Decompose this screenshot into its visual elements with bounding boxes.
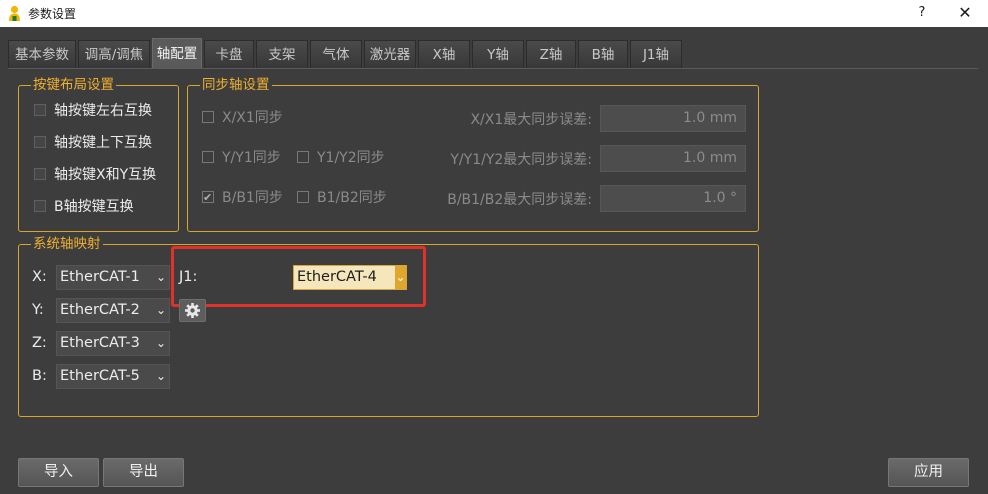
x-axis-select[interactable]: EtherCAT-1 ⌄ (56, 265, 170, 290)
checkbox-box[interactable] (34, 104, 46, 116)
checkbox-box[interactable] (202, 151, 214, 163)
chevron-down-icon: ⌄ (155, 270, 167, 284)
window-title: 参数设置 (28, 7, 77, 21)
checkbox-box[interactable] (202, 188, 214, 208)
x-axis-value: EtherCAT-1 (60, 269, 140, 285)
z-axis-value: EtherCAT-3 (60, 335, 140, 351)
b-axis-value: EtherCAT-5 (60, 368, 140, 384)
tab-laser[interactable]: 激光器 (364, 40, 416, 68)
y-axis-label: Y: (32, 302, 44, 318)
chevron-down-icon: ⌄ (155, 369, 167, 383)
apply-button[interactable]: 应用 (888, 458, 969, 487)
checkbox-label: 轴按键上下互换 (54, 135, 152, 151)
swap-up-down-checkbox[interactable]: 轴按键上下互换 (34, 133, 152, 153)
sync-axis-group: 同步轴设置 X/X1同步 X/X1最大同步误差: 1.0 mm Y/Y1同步 Y… (187, 76, 759, 232)
checkbox-label: B/B1同步 (222, 190, 283, 206)
bb1-sync-checkbox[interactable]: B/B1同步 (202, 188, 283, 208)
chevron-down-icon: ⌄ (155, 303, 167, 317)
tab-z-axis[interactable]: Z轴 (526, 40, 576, 68)
x-axis-label: X: (32, 269, 47, 285)
tab-chuck[interactable]: 卡盘 (204, 40, 254, 68)
tab-b-axis[interactable]: B轴 (578, 40, 628, 68)
app-user-icon (9, 5, 20, 21)
title-bar: 参数设置 ? ✕ (0, 0, 988, 27)
tab-gas[interactable]: 气体 (310, 40, 362, 68)
y-axis-value: EtherCAT-2 (60, 302, 140, 318)
tab-j1-axis[interactable]: J1轴 (630, 40, 682, 68)
checkbox-label: Y/Y1同步 (222, 150, 281, 166)
tab-y-axis[interactable]: Y轴 (472, 40, 524, 68)
j1-highlight-box (171, 246, 426, 307)
checkbox-box[interactable] (297, 191, 309, 203)
checkbox-label: 轴按键X和Y互换 (54, 167, 157, 183)
xx1-error-input[interactable]: 1.0 mm (600, 105, 746, 132)
xx1-sync-checkbox[interactable]: X/X1同步 (202, 108, 283, 128)
key-layout-title: 按键布局设置 (31, 76, 116, 94)
chevron-down-icon: ⌄ (155, 336, 167, 350)
checkbox-box[interactable] (34, 168, 46, 180)
swap-left-right-checkbox[interactable]: 轴按键左右互换 (34, 101, 152, 121)
z-axis-label: Z: (32, 335, 47, 351)
tab-axis-config[interactable]: 轴配置 (152, 38, 202, 69)
checkbox-box[interactable] (34, 136, 46, 148)
yy1y2-error-label: Y/Y1/Y2最大同步误差: (450, 152, 592, 168)
sync-axis-title: 同步轴设置 (200, 76, 272, 94)
tab-support[interactable]: 支架 (256, 40, 308, 68)
axis-mapping-title: 系统轴映射 (31, 235, 103, 253)
close-button[interactable]: ✕ (954, 3, 976, 23)
gear-settings-button[interactable] (179, 299, 206, 322)
export-button[interactable]: 导出 (103, 458, 184, 487)
b1b2-sync-checkbox[interactable]: B1/B2同步 (297, 188, 387, 208)
tab-bar: 基本参数 调高/调焦 轴配置 卡盘 支架 气体 激光器 X轴 Y轴 Z轴 B轴 … (0, 27, 988, 71)
y-axis-select[interactable]: EtherCAT-2 ⌄ (56, 298, 170, 323)
key-layout-group: 按键布局设置 轴按键左右互换 轴按键上下互换 轴按键X和Y互换 B轴按键互换 (18, 76, 179, 232)
checkbox-box[interactable] (202, 111, 214, 123)
checkbox-label: Y1/Y2同步 (317, 150, 385, 166)
tab-x-axis[interactable]: X轴 (418, 40, 470, 68)
z-axis-select[interactable]: EtherCAT-3 ⌄ (56, 331, 170, 356)
swap-x-y-checkbox[interactable]: 轴按键X和Y互换 (34, 165, 156, 185)
b-axis-label: B: (32, 368, 47, 384)
checkbox-label: B1/B2同步 (317, 190, 387, 206)
y1y2-sync-checkbox[interactable]: Y1/Y2同步 (297, 148, 385, 168)
tab-height-focus[interactable]: 调高/调焦 (78, 40, 150, 68)
tab-divider (8, 68, 978, 69)
gear-icon (185, 303, 200, 318)
bb1b2-error-input[interactable]: 1.0 ° (600, 185, 746, 212)
yy1-sync-checkbox[interactable]: Y/Y1同步 (202, 148, 281, 168)
xx1-error-label: X/X1最大同步误差: (470, 112, 592, 128)
checkbox-box[interactable] (297, 151, 309, 163)
bb1b2-error-label: B/B1/B2最大同步误差: (447, 192, 592, 208)
help-button[interactable]: ? (912, 3, 932, 23)
swap-b-axis-checkbox[interactable]: B轴按键互换 (34, 197, 134, 217)
yy1y2-error-input[interactable]: 1.0 mm (600, 145, 746, 172)
checkbox-label: X/X1同步 (222, 110, 283, 126)
tab-basic-params[interactable]: 基本参数 (8, 40, 76, 68)
import-button[interactable]: 导入 (18, 458, 99, 487)
checkbox-label: 轴按键左右互换 (54, 103, 152, 119)
b-axis-select[interactable]: EtherCAT-5 ⌄ (56, 364, 170, 389)
checkbox-box[interactable] (34, 200, 46, 212)
checkbox-label: B轴按键互换 (54, 199, 134, 215)
